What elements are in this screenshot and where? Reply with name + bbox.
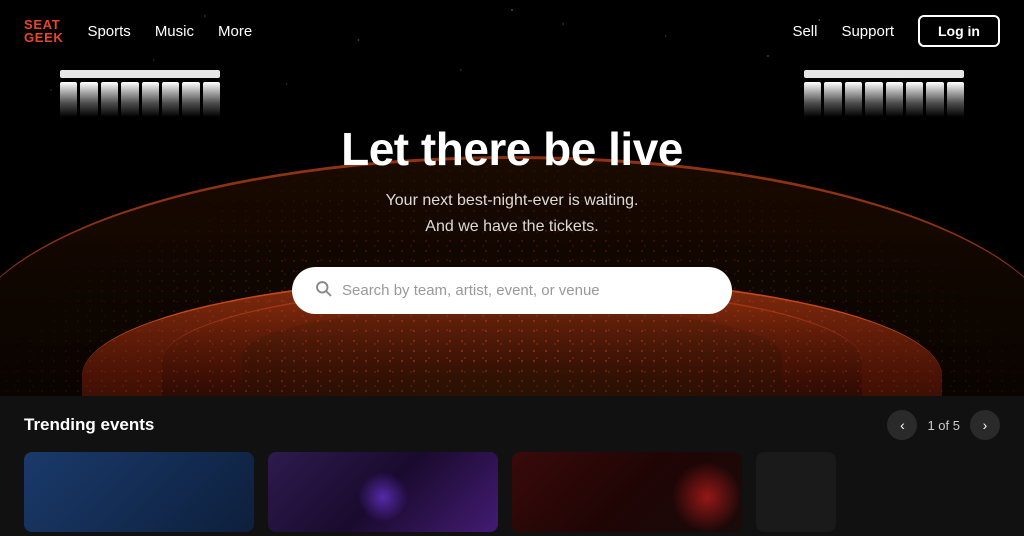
nav-more[interactable]: More [218, 23, 252, 40]
event-card-3[interactable] [512, 452, 742, 532]
nav-links: Sports Music More [87, 23, 792, 40]
nav-right: Sell Support Log in [792, 15, 1000, 47]
logo[interactable]: SEAT GEEK [24, 18, 63, 44]
nav-support[interactable]: Support [841, 23, 894, 40]
search-icon [314, 279, 332, 302]
event-card-2[interactable] [268, 452, 498, 532]
search-bar[interactable] [292, 267, 732, 314]
right-light-bar [804, 82, 964, 117]
hero-content: Let there be live Your next best-night-e… [292, 122, 732, 314]
hero-title: Let there be live [292, 122, 732, 176]
event-card-4[interactable] [756, 452, 836, 532]
logo-text-line2: GEEK [24, 31, 63, 44]
trending-title: Trending events [24, 415, 154, 435]
nav-sell[interactable]: Sell [792, 23, 817, 40]
event-card-1[interactable] [24, 452, 254, 532]
pagination: ‹ 1 of 5 › [887, 410, 1000, 440]
pagination-prev-button[interactable]: ‹ [887, 410, 917, 440]
hero-subtitle-line1: Your next best-night-ever is waiting. [386, 192, 639, 209]
trending-header: Trending events ‹ 1 of 5 › [24, 410, 1000, 440]
pagination-text: 1 of 5 [927, 418, 960, 433]
hero-subtitle-line2: And we have the tickets. [425, 218, 598, 235]
hero-subtitle: Your next best-night-ever is waiting. An… [292, 188, 732, 239]
nav-sports[interactable]: Sports [87, 23, 130, 40]
floodlight-left [60, 70, 220, 115]
navbar: SEAT GEEK Sports Music More Sell Support… [0, 0, 1024, 62]
event-cards [24, 452, 1000, 532]
floodlight-right [804, 70, 964, 115]
pagination-next-button[interactable]: › [970, 410, 1000, 440]
left-light-bar [60, 82, 220, 117]
login-button[interactable]: Log in [918, 15, 1000, 47]
trending-section: Trending events ‹ 1 of 5 › [0, 396, 1024, 536]
hero-section: Let there be live Your next best-night-e… [0, 0, 1024, 456]
nav-music[interactable]: Music [155, 23, 194, 40]
search-input[interactable] [342, 282, 710, 299]
